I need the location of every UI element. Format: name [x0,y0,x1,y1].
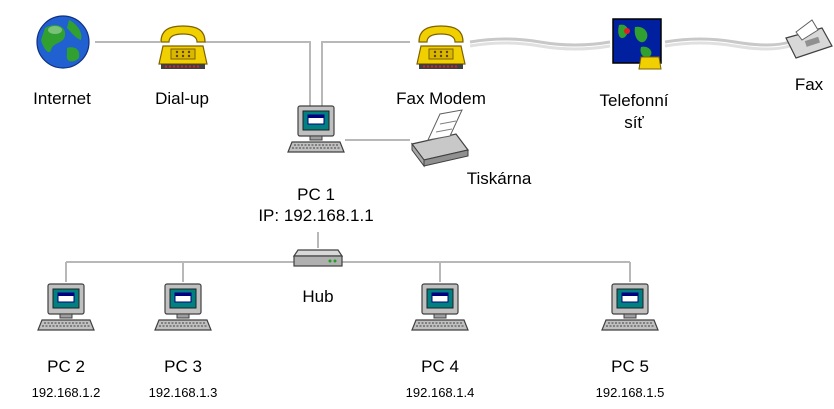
faxmodem-phone-icon [416,25,466,70]
pc2-ip-label: 192.168.1.2 [31,385,101,400]
pc3-ip-label: 192.168.1.3 [148,385,218,400]
pc1-label: PC 1 [297,185,335,204]
network-diagram [36,15,833,331]
pc3-computer-icon [154,283,212,331]
fax-icon [785,19,833,59]
tiskarna-label: Tiskárna [466,169,532,188]
globe-icon [36,15,90,69]
fax-label: Fax [794,75,824,94]
network-cables [65,41,631,282]
pc3-label: PC 3 [164,357,202,376]
pc4-label: PC 4 [421,357,459,376]
printer-icon [410,109,470,168]
pc1-computer-icon [287,105,345,153]
hub-icon [292,249,344,267]
pc5-computer-icon [601,283,659,331]
internet-label: Internet [33,89,91,108]
telefonni-sit-label-line1: Telefonní [599,91,669,110]
pc5-ip-label: 192.168.1.5 [595,385,665,400]
map-icon [612,18,662,70]
telefonni-sit-label-line2: síť [624,113,644,132]
pc4-computer-icon [411,283,469,331]
faxmodem-label: Fax Modem [396,89,486,108]
pc1-ip-label: IP: 192.168.1.1 [258,206,374,225]
dialup-phone-icon [158,25,208,70]
pc2-computer-icon [37,283,95,331]
pc2-label: PC 2 [47,357,85,376]
dialup-label: Dial-up [155,89,209,108]
pc4-ip-label: 192.168.1.4 [405,385,475,400]
pc5-label: PC 5 [611,357,649,376]
hub-label: Hub [302,287,334,306]
